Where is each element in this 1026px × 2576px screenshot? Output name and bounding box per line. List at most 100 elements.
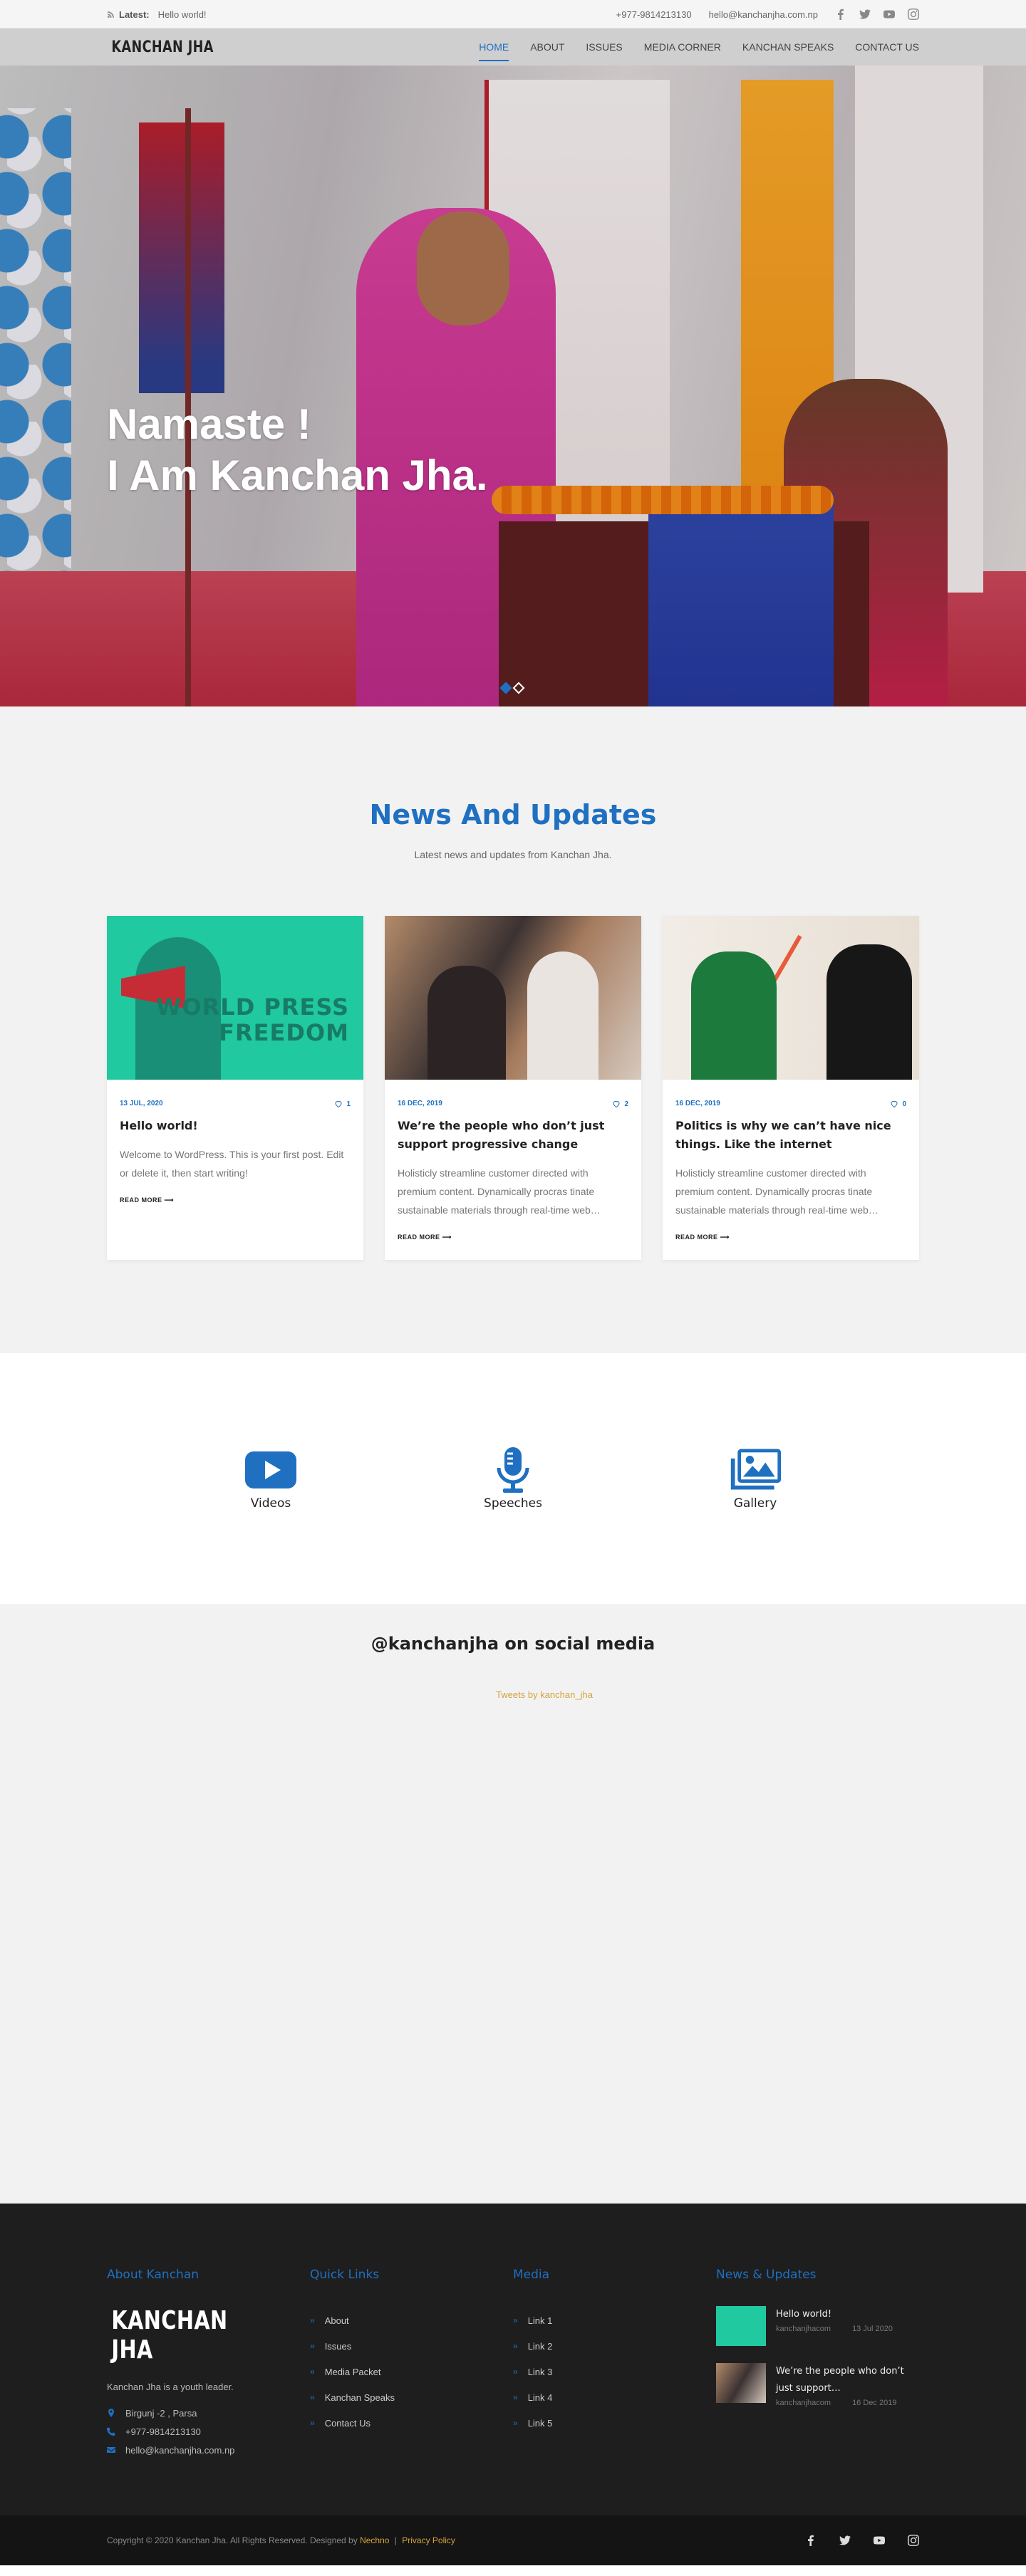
instagram-icon[interactable] [908, 9, 919, 20]
news-subtitle: Latest news and updates from Kanchan Jha… [414, 849, 612, 860]
post-thumbnail[interactable]: WORLD PRESS FREEDOM [107, 916, 363, 1080]
nav-item-home[interactable]: HOME [479, 38, 509, 61]
post-thumbnail[interactable] [663, 916, 919, 1080]
instagram-icon[interactable] [908, 2535, 919, 2546]
nav-item-media-corner[interactable]: MEDIA CORNER [644, 38, 721, 56]
footer-media: Media Link 1 Link 2 Link 3 Link 4 Link 5 [513, 2268, 716, 2459]
footer-news-title-link[interactable]: We’re the people who don’t just support… [776, 2363, 919, 2397]
read-more-link[interactable]: READ MORE ⟶ [675, 1234, 906, 1241]
heart-icon [613, 1101, 620, 1108]
footer-news-author: kanchanjhacom [776, 2399, 831, 2407]
footer-news-item[interactable]: We’re the people who don’t just support…… [716, 2363, 919, 2407]
footer-news-title: News & Updates [716, 2268, 817, 2282]
thumbnail-artwork-text: WORLD PRESS FREEDOM [156, 994, 349, 1046]
footer-news-thumbnail[interactable] [716, 2306, 766, 2346]
news-card: WORLD PRESS FREEDOM 13 JUL, 2020 1 Hello… [107, 916, 363, 1260]
feature-videos[interactable]: Videos [214, 1446, 328, 1511]
read-more-link[interactable]: READ MORE ⟶ [120, 1196, 351, 1204]
post-date: 16 DEC, 2019 [675, 1100, 720, 1107]
footer-media-link[interactable]: Link 1 [513, 2308, 716, 2333]
hero-heading: Namaste ! I Am Kanchan Jha. [107, 399, 488, 501]
topbar-phone[interactable]: +977-9814213130 [616, 9, 692, 20]
like-count: 0 [902, 1100, 906, 1108]
feature-speeches[interactable]: Speeches [456, 1446, 570, 1511]
nav-item-issues[interactable]: ISSUES [586, 38, 622, 56]
copyright-separator: | [394, 2535, 397, 2545]
footer-news-thumbnail[interactable] [716, 2363, 766, 2403]
footer-email[interactable]: hello@kanchanjha.com.np [125, 2445, 234, 2456]
youtube-play-icon [245, 1451, 296, 1488]
feature-label: Videos [250, 1496, 291, 1511]
twitter-icon[interactable] [859, 9, 871, 20]
footer-link-about[interactable]: About [310, 2308, 513, 2333]
post-excerpt: Holisticly streamline customer directed … [675, 1167, 879, 1216]
like-button[interactable]: 0 [890, 1100, 906, 1108]
read-more-link[interactable]: READ MORE ⟶ [398, 1234, 628, 1241]
post-title[interactable]: Hello world! [120, 1117, 351, 1135]
feature-gallery[interactable]: Gallery [698, 1446, 812, 1511]
youtube-icon[interactable] [884, 9, 895, 20]
footer-quick-links: Quick Links About Issues Media Packet Ka… [310, 2268, 513, 2459]
footer-link-issues[interactable]: Issues [310, 2333, 513, 2359]
post-title[interactable]: Politics is why we can’t have nice thing… [675, 1117, 906, 1154]
footer-about-title: About Kanchan [107, 2268, 200, 2282]
slider-dot-2[interactable] [512, 682, 525, 694]
post-date: 16 DEC, 2019 [398, 1100, 442, 1107]
footer-media-link[interactable]: Link 4 [513, 2384, 716, 2410]
footer-news-author: kanchanjhacom [776, 2325, 831, 2333]
nav-item-contact-us[interactable]: CONTACT US [855, 38, 919, 56]
footer-address: Birgunj -2 , Parsa [125, 2407, 197, 2419]
news-title: News And Updates [369, 799, 657, 830]
nav-item-about[interactable]: ABOUT [530, 38, 564, 56]
facebook-icon[interactable] [805, 2535, 817, 2546]
designer-link[interactable]: Nechno [360, 2535, 389, 2545]
news-section: News And Updates Latest news and updates… [0, 706, 1026, 1353]
footer-media-link[interactable]: Link 5 [513, 2410, 716, 2436]
social-media-section: @kanchanjha on social media Tweets by ka… [0, 1604, 1026, 2204]
footer-link-media-packet[interactable]: Media Packet [310, 2359, 513, 2384]
footer-news-date: 16 Dec 2019 [852, 2399, 897, 2407]
footer-news-title-link[interactable]: Hello world! [776, 2306, 893, 2323]
footer-media-link[interactable]: Link 3 [513, 2359, 716, 2384]
like-button[interactable]: 1 [334, 1100, 351, 1108]
news-cards: WORLD PRESS FREEDOM 13 JUL, 2020 1 Hello… [107, 916, 919, 1260]
footer-media-link[interactable]: Link 2 [513, 2333, 716, 2359]
footer-link-kanchan-speaks[interactable]: Kanchan Speaks [310, 2384, 513, 2410]
nav-item-kanchan-speaks[interactable]: KANCHAN SPEAKS [742, 38, 834, 56]
rss-icon [108, 11, 114, 18]
hero-line-2: I Am Kanchan Jha. [107, 452, 488, 499]
footer-quick-links-title: Quick Links [310, 2268, 380, 2282]
hero-line-1: Namaste ! [107, 400, 311, 448]
post-excerpt: Welcome to WordPress. This is your first… [120, 1149, 344, 1179]
media-features-section: Videos Speeches Gallery [0, 1353, 1026, 1604]
like-count: 1 [346, 1100, 351, 1108]
latest-post-link[interactable]: Hello world! [158, 9, 207, 20]
footer-logo[interactable]: KANCHAN JHA [107, 2306, 269, 2364]
copyright-bar: Copyright © 2020 Kanchan Jha. All Rights… [0, 2515, 1026, 2565]
post-title[interactable]: We’re the people who don’t just support … [398, 1117, 628, 1154]
tweets-link[interactable]: Tweets by kanchan_jha [496, 1689, 593, 1700]
footer-tagline: Kanchan Jha is a youth leader. [107, 2382, 234, 2392]
footer-news-date: 13 Jul 2020 [852, 2325, 893, 2333]
social-title: @kanchanjha on social media [370, 1634, 656, 1654]
hero-slider: Namaste ! I Am Kanchan Jha. [0, 66, 1026, 706]
topbar-socials [835, 9, 919, 20]
privacy-policy-link[interactable]: Privacy Policy [402, 2535, 455, 2545]
heart-icon [891, 1101, 898, 1108]
post-excerpt: Holisticly streamline customer directed … [398, 1167, 601, 1216]
post-date: 13 JUL, 2020 [120, 1100, 163, 1107]
youtube-icon[interactable] [874, 2535, 885, 2546]
like-button[interactable]: 2 [612, 1100, 628, 1108]
latest-ticker: Latest: Hello world! [107, 9, 207, 20]
topbar-email[interactable]: hello@kanchanjha.com.np [709, 9, 818, 20]
footer-phone[interactable]: +977-9814213130 [125, 2426, 201, 2437]
footer-link-contact-us[interactable]: Contact Us [310, 2410, 513, 2436]
footer-news-item[interactable]: Hello world! kanchanjhacom 13 Jul 2020 [716, 2306, 919, 2346]
facebook-icon[interactable] [835, 9, 846, 20]
twitter-icon[interactable] [839, 2535, 851, 2546]
site-logo[interactable]: KANCHAN JHA [107, 38, 214, 56]
like-count: 2 [624, 1100, 628, 1108]
post-thumbnail[interactable] [385, 916, 641, 1080]
map-pin-icon [108, 2409, 114, 2417]
slider-dot-1[interactable] [499, 682, 512, 694]
